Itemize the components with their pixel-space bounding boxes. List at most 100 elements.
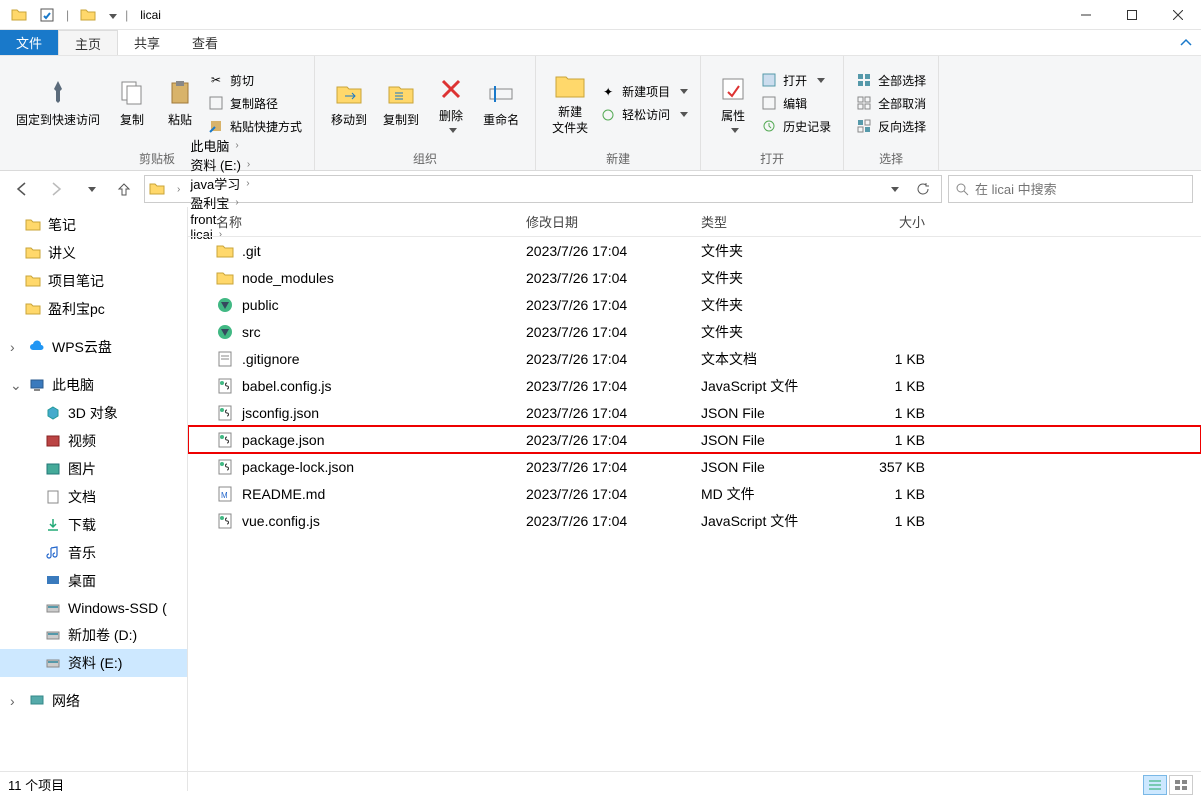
group-new-label: 新建	[536, 150, 700, 170]
properties-button[interactable]: 属性	[709, 69, 757, 138]
history-button[interactable]: 历史记录	[757, 116, 835, 137]
rename-button[interactable]: 重命名	[475, 73, 527, 133]
tab-view[interactable]: 查看	[176, 30, 234, 55]
file-row[interactable]: vue.config.js2023/7/26 17:04JavaScript 文…	[188, 507, 1201, 534]
new-folder-button[interactable]: 新建 文件夹	[544, 65, 596, 140]
paste-button[interactable]: 粘贴	[156, 73, 204, 133]
recent-dropdown[interactable]	[76, 175, 104, 203]
close-button[interactable]	[1155, 0, 1201, 30]
refresh-button[interactable]	[909, 175, 937, 203]
qat-properties-icon[interactable]	[36, 4, 58, 26]
search-input[interactable]	[975, 182, 1186, 197]
nav-network[interactable]: ›网络	[0, 687, 187, 715]
col-date[interactable]: 修改日期	[518, 212, 693, 231]
forward-button[interactable]	[42, 175, 70, 203]
folder-icon	[216, 269, 234, 287]
file-row[interactable]: jsconfig.json2023/7/26 17:04JSON File1 K…	[188, 399, 1201, 426]
breadcrumb[interactable]: › 此电脑›资料 (E:)›java学习›盈利宝›front›licai›	[144, 175, 942, 203]
menu-tabs: 文件 主页 共享 查看	[0, 30, 1201, 56]
pin-icon	[42, 77, 74, 109]
paste-shortcut-button[interactable]: 粘贴快捷方式	[204, 116, 306, 137]
breadcrumb-item[interactable]: 此电脑›	[186, 136, 254, 155]
copy-icon	[116, 77, 148, 109]
file-list[interactable]: 名称 修改日期 类型 大小 .git2023/7/26 17:04文件夹node…	[188, 207, 1201, 791]
back-button[interactable]	[8, 175, 36, 203]
copy-path-button[interactable]: 复制路径	[204, 93, 306, 114]
open-button[interactable]: 打开	[757, 70, 835, 91]
titlebar: | | licai	[0, 0, 1201, 30]
tab-home[interactable]: 主页	[58, 30, 118, 55]
network-icon	[28, 692, 46, 710]
tab-file[interactable]: 文件	[0, 30, 58, 55]
js-icon	[216, 458, 234, 476]
nav-folder-item[interactable]: 讲义	[0, 239, 187, 267]
nav-wps[interactable]: ›WPS云盘	[0, 333, 187, 361]
copyto-icon	[385, 77, 417, 109]
nav-pane[interactable]: 笔记讲义项目笔记盈利宝pc ›WPS云盘 ⌄此电脑 3D 对象视频图片文档下载音…	[0, 207, 188, 791]
pin-to-quickaccess-button[interactable]: 固定到快速访问	[8, 73, 108, 133]
copy-button[interactable]: 复制	[108, 73, 156, 133]
edit-button[interactable]: 编辑	[757, 93, 835, 114]
address-bar: › 此电脑›资料 (E:)›java学习›盈利宝›front›licai›	[0, 171, 1201, 207]
delete-icon	[435, 73, 467, 105]
nav-pc-item[interactable]: 桌面	[0, 567, 187, 595]
nav-pc-item[interactable]: 视频	[0, 427, 187, 455]
view-large-button[interactable]	[1169, 775, 1193, 795]
crumb-root-caret[interactable]: ›	[167, 184, 184, 195]
select-all-button[interactable]: 全部选择	[852, 70, 930, 91]
file-row[interactable]: src2023/7/26 17:04文件夹	[188, 318, 1201, 345]
crumb-dropdown[interactable]	[879, 175, 907, 203]
file-row[interactable]: package.json2023/7/26 17:04JSON File1 KB	[188, 426, 1201, 453]
qat-paste-icon[interactable]	[77, 4, 99, 26]
cut-button[interactable]: ✂剪切	[204, 70, 306, 91]
txt-icon	[216, 350, 234, 368]
view-details-button[interactable]	[1143, 775, 1167, 795]
folder-icon	[24, 300, 42, 318]
ribbon-toggle-button[interactable]	[1171, 30, 1201, 55]
cut-icon: ✂	[208, 72, 224, 88]
nav-folder-item[interactable]: 项目笔记	[0, 267, 187, 295]
nav-folder-item[interactable]: 笔记	[0, 211, 187, 239]
file-row[interactable]: .gitignore2023/7/26 17:04文本文档1 KB	[188, 345, 1201, 372]
nav-pc-item[interactable]: 文档	[0, 483, 187, 511]
delete-button[interactable]: 删除	[427, 69, 475, 138]
file-row[interactable]: package-lock.json2023/7/26 17:04JSON Fil…	[188, 453, 1201, 480]
invert-selection-button[interactable]: 反向选择	[852, 116, 930, 137]
vue-icon	[216, 323, 234, 341]
nav-pc-item[interactable]: 新加卷 (D:)	[0, 621, 187, 649]
file-row[interactable]: MREADME.md2023/7/26 17:04MD 文件1 KB	[188, 480, 1201, 507]
file-row[interactable]: node_modules2023/7/26 17:04文件夹	[188, 264, 1201, 291]
breadcrumb-item[interactable]: 资料 (E:)›	[186, 155, 254, 174]
col-name[interactable]: 名称	[188, 212, 518, 231]
maximize-button[interactable]	[1109, 0, 1155, 30]
col-size[interactable]: 大小	[843, 212, 933, 231]
nav-pc-item[interactable]: 3D 对象	[0, 399, 187, 427]
js-icon	[216, 404, 234, 422]
breadcrumb-item[interactable]: java学习›	[186, 174, 254, 193]
cloud-icon	[28, 338, 46, 356]
search-box[interactable]	[948, 175, 1193, 203]
chevron-down-icon[interactable]	[105, 8, 117, 22]
nav-pc-item[interactable]: 下载	[0, 511, 187, 539]
nav-this-pc[interactable]: ⌄此电脑	[0, 371, 187, 399]
file-row[interactable]: .git2023/7/26 17:04文件夹	[188, 237, 1201, 264]
nav-pc-item[interactable]: 图片	[0, 455, 187, 483]
move-to-button[interactable]: 移动到	[323, 73, 375, 133]
file-row[interactable]: babel.config.js2023/7/26 17:04JavaScript…	[188, 372, 1201, 399]
copy-to-button[interactable]: 复制到	[375, 73, 427, 133]
select-none-button[interactable]: 全部取消	[852, 93, 930, 114]
column-headers[interactable]: 名称 修改日期 类型 大小	[188, 207, 1201, 237]
up-button[interactable]	[110, 175, 138, 203]
file-row[interactable]: public2023/7/26 17:04文件夹	[188, 291, 1201, 318]
new-item-button[interactable]: ✦新建项目	[596, 81, 692, 102]
col-type[interactable]: 类型	[693, 212, 843, 231]
easy-access-button[interactable]: 轻松访问	[596, 104, 692, 125]
nav-folder-item[interactable]: 盈利宝pc	[0, 295, 187, 323]
md-icon: M	[216, 485, 234, 503]
group-organize-label: 组织	[315, 150, 535, 170]
nav-pc-item[interactable]: Windows-SSD (	[0, 595, 187, 621]
tab-share[interactable]: 共享	[118, 30, 176, 55]
nav-pc-item[interactable]: 资料 (E:)	[0, 649, 187, 677]
nav-pc-item[interactable]: 音乐	[0, 539, 187, 567]
minimize-button[interactable]	[1063, 0, 1109, 30]
